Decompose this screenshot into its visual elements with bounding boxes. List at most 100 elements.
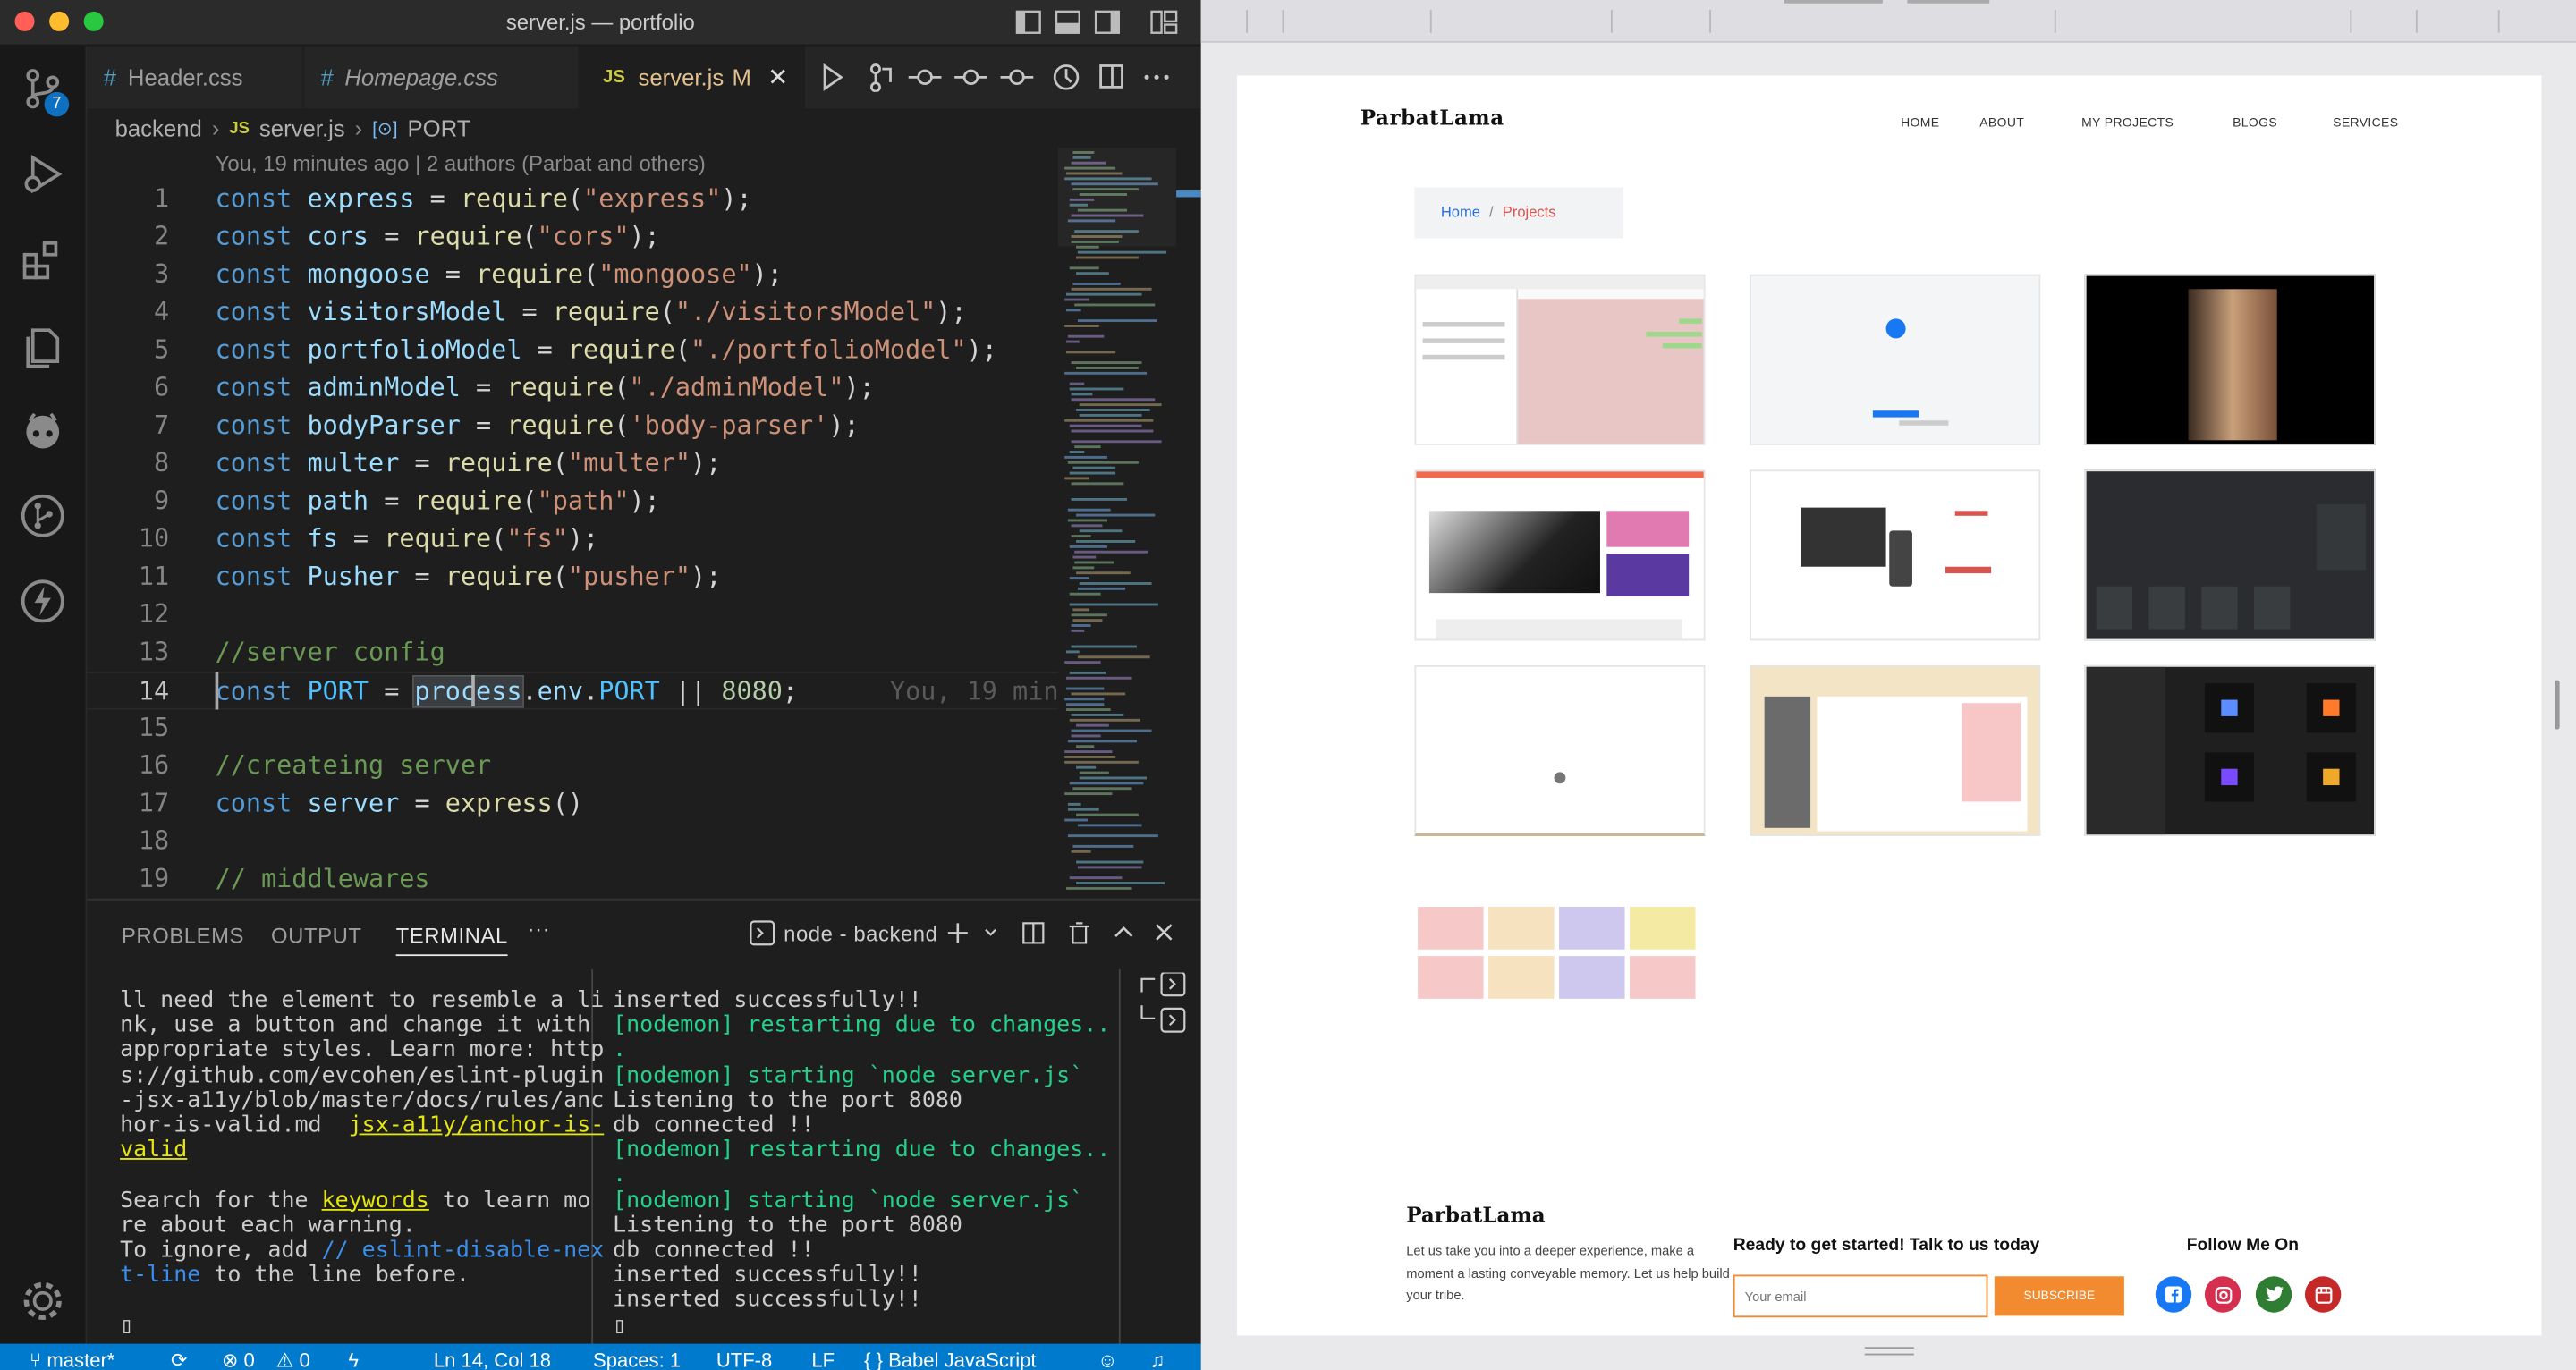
project-thumbnail-dashboard[interactable] xyxy=(1750,664,2041,836)
tab-terminal[interactable]: TERMINAL xyxy=(395,923,508,957)
thunder-client-icon[interactable] xyxy=(20,579,65,624)
codelens-blame[interactable]: You, 19 minutes ago | 2 authors (Parbat … xyxy=(216,151,706,176)
instagram-icon[interactable] xyxy=(2204,1276,2241,1313)
errors-status[interactable]: ⊗ 0 xyxy=(222,1349,255,1370)
warnings-status[interactable]: ⚠ 0 xyxy=(276,1349,310,1370)
git-graph-icon[interactable] xyxy=(20,493,65,538)
activity-bar: 7 xyxy=(0,46,88,1344)
extensions-icon[interactable] xyxy=(20,237,65,283)
github-copilot-icon[interactable] xyxy=(20,408,65,453)
terminal-left[interactable]: ll need the element to resemble a li nk, … xyxy=(120,988,605,1339)
rule-link[interactable]: jsx-a11y/anchor-is- xyxy=(349,1112,605,1138)
operator: = xyxy=(399,788,445,818)
project-thumbnail-facebook[interactable] xyxy=(1750,274,2041,445)
rule-link[interactable]: valid xyxy=(120,1137,604,1163)
more-actions-icon[interactable]: ··· xyxy=(528,917,551,942)
youtube-icon[interactable] xyxy=(2304,1276,2342,1313)
function-call: require xyxy=(567,334,675,365)
keyword: const xyxy=(215,183,292,214)
cta-title: Ready to get started! Talk to us today xyxy=(1733,1235,2040,1256)
project-thumbnail-stories[interactable] xyxy=(1750,469,2041,641)
project-thumbnail-video[interactable] xyxy=(2084,274,2376,445)
twitter-icon[interactable] xyxy=(2255,1276,2292,1313)
panel-actions[interactable] xyxy=(945,920,1191,946)
terminal-list-icons[interactable] xyxy=(1139,972,1191,1037)
window-resize-handle[interactable] xyxy=(2555,680,2560,730)
breadcrumb-file[interactable]: server.js xyxy=(259,115,345,141)
git-branch-status[interactable]: ⑂ master* xyxy=(30,1349,114,1370)
run-debug-icon[interactable] xyxy=(20,151,65,197)
lightning-icon[interactable]: ϟ xyxy=(348,1349,359,1370)
operator: = xyxy=(414,183,461,214)
string: "cors" xyxy=(537,221,630,252)
cursor-position[interactable]: Ln 14, Col 18 xyxy=(434,1349,551,1370)
footer-logo[interactable]: ParbatLama xyxy=(1406,1203,1545,1228)
identifier: bodyParser xyxy=(307,410,461,441)
project-thumbnail-chat[interactable] xyxy=(1414,274,1706,445)
operator: = xyxy=(460,372,507,403)
keyword: const xyxy=(215,334,292,365)
terminal-comment: // eslint-disable-nex xyxy=(321,1237,605,1264)
encoding[interactable]: UTF-8 xyxy=(716,1349,772,1370)
nav-home[interactable]: HOME xyxy=(1901,115,1939,131)
tab-server-js[interactable]: JS server.js M ✕ xyxy=(580,46,806,109)
tab-homepage-css[interactable]: # Homepage.css xyxy=(304,46,580,109)
site-logo[interactable]: ParbatLama xyxy=(1360,106,1504,131)
function-call: require xyxy=(506,410,614,441)
project-thumbnail-weather[interactable] xyxy=(2084,469,2376,641)
terminal-line: Search for the keywords to learn mo xyxy=(120,1188,604,1214)
layout-toggle-icons[interactable] xyxy=(1015,10,1180,36)
explorer-icon[interactable] xyxy=(20,322,65,368)
project-thumbnail-kanban[interactable] xyxy=(1414,867,1706,1038)
terminal-name[interactable]: node - backend xyxy=(784,922,937,947)
line-number: 3 xyxy=(154,259,170,290)
terminal-comment: t-line xyxy=(120,1262,201,1289)
js-file-icon: JS xyxy=(603,67,625,88)
operator: = xyxy=(399,448,445,478)
nav-services[interactable]: SERVICES xyxy=(2333,115,2398,131)
email-input[interactable] xyxy=(1733,1274,1988,1318)
tab-header-css[interactable]: # Header.css xyxy=(87,46,304,109)
identifier: portfolioModel xyxy=(307,334,522,365)
breadcrumb-symbol[interactable]: PORT xyxy=(407,115,470,141)
nav-blogs[interactable]: BLOGS xyxy=(2233,115,2277,131)
terminal-line: hor-is-valid.md jsx-a11y/anchor-is- xyxy=(120,1112,605,1138)
nav-my-projects[interactable]: MY PROJECTS xyxy=(2081,115,2174,131)
text-cursor xyxy=(471,674,475,706)
breadcrumb-folder[interactable]: backend xyxy=(115,115,202,141)
identifier: multer xyxy=(307,448,400,478)
minimap[interactable] xyxy=(1057,148,1201,896)
indentation[interactable]: Spaces: 1 xyxy=(593,1349,681,1370)
settings-gear-icon[interactable] xyxy=(20,1278,65,1323)
subscribe-button[interactable]: SUBSCRIBE xyxy=(1994,1276,2124,1316)
language-mode[interactable]: { } Babel JavaScript xyxy=(864,1349,1036,1370)
terminal-right[interactable]: inserted successfully!! [nodemon] restart… xyxy=(613,988,1110,1339)
code-line: 12 xyxy=(87,596,1056,634)
facebook-icon[interactable] xyxy=(2155,1276,2192,1313)
code-line: 18 xyxy=(87,823,1056,860)
string: "./visitorsModel" xyxy=(674,297,936,327)
punct: . xyxy=(583,676,599,706)
page-breadcrumb: Home / Projects xyxy=(1414,187,1623,239)
project-thumbnail-ecommerce[interactable] xyxy=(1414,469,1706,641)
paren: ( xyxy=(659,297,675,327)
line-number: 9 xyxy=(154,486,170,516)
project-thumbnail-ai[interactable] xyxy=(2084,664,2376,836)
tab-output[interactable]: OUTPUT xyxy=(271,923,361,948)
sync-icon[interactable]: ⟳ xyxy=(171,1349,187,1370)
operator: = xyxy=(337,523,385,554)
identifier: mongoose xyxy=(307,259,430,290)
window-bottom-handle[interactable] xyxy=(1864,1347,1914,1356)
breadcrumb-home-link[interactable]: Home xyxy=(1441,204,1480,220)
editor-actions[interactable] xyxy=(818,63,1196,92)
feedback-icon[interactable]: ☺ xyxy=(1097,1349,1118,1370)
project-thumbnail-blank[interactable] xyxy=(1414,664,1706,836)
tab-problems[interactable]: PROBLEMS xyxy=(122,923,244,948)
close-tab-icon[interactable]: ✕ xyxy=(767,63,788,92)
keywords-link[interactable]: keywords xyxy=(322,1187,429,1213)
end-of-line[interactable]: LF xyxy=(811,1349,835,1370)
nav-about[interactable]: ABOUT xyxy=(1979,115,2024,131)
identifier: cors xyxy=(307,221,369,252)
code-line: 17 const server = express() xyxy=(87,785,1056,823)
notifications-bell-icon[interactable]: ♫ xyxy=(1150,1349,1165,1370)
